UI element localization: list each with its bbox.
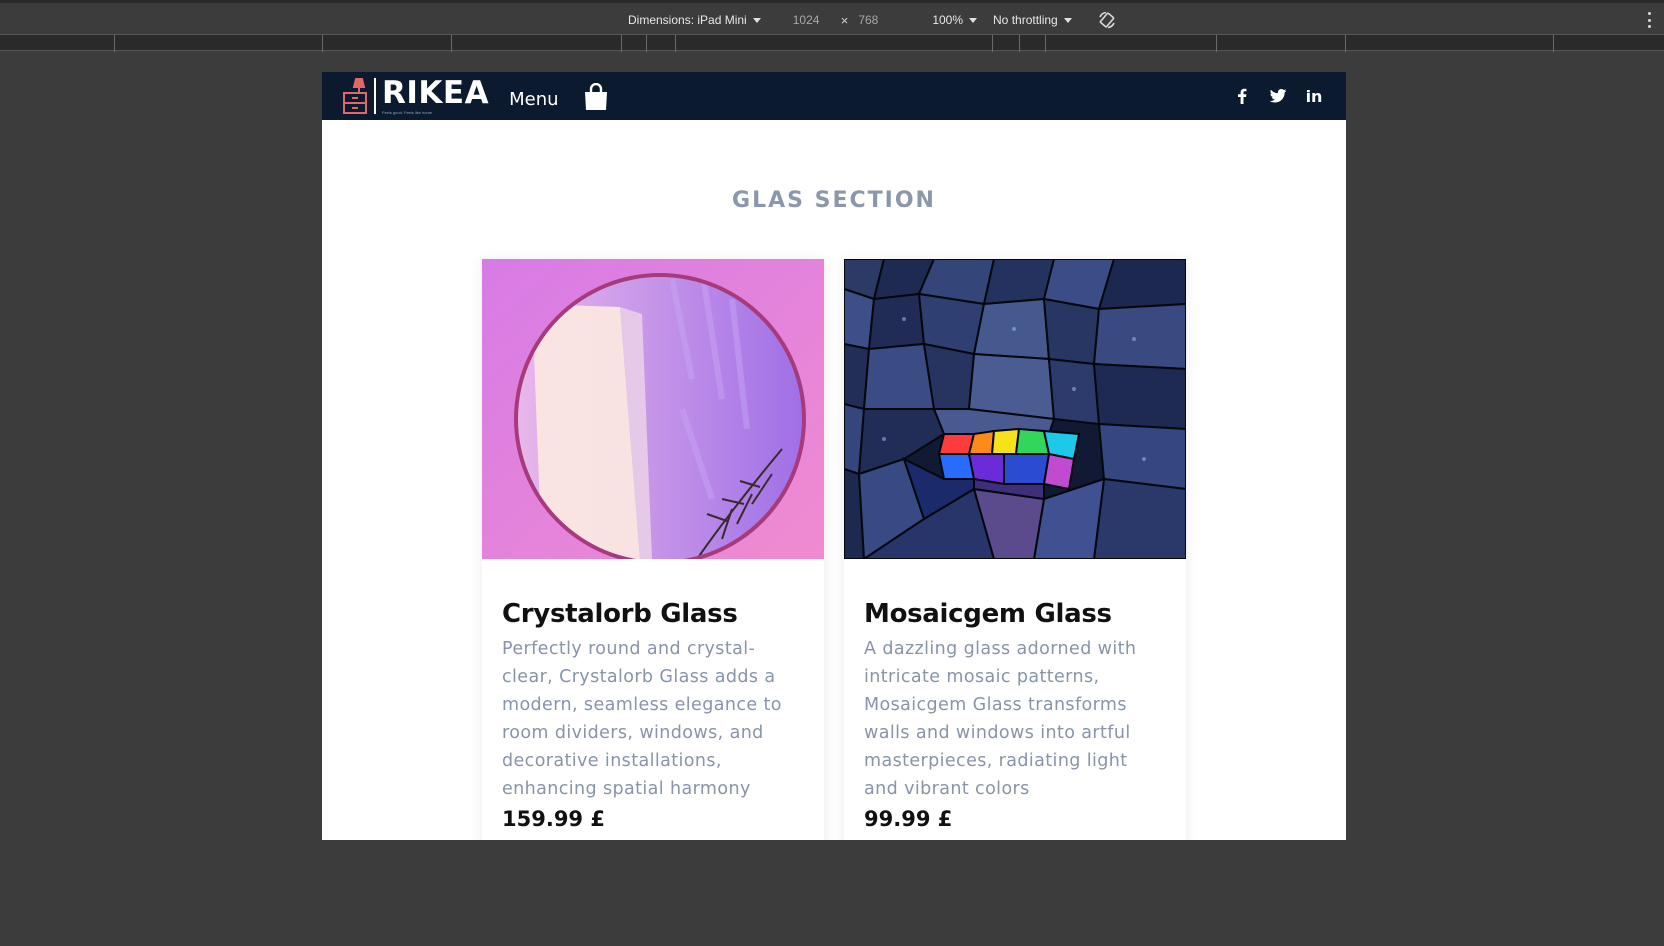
product-description: Perfectly round and crystal-clear, Cryst…: [502, 639, 782, 799]
chevron-down-icon: [752, 17, 761, 23]
throttling-dropdown[interactable]: No throttling: [993, 13, 1072, 27]
site-logo[interactable]: RIKEA Feels good. Feels like home: [340, 76, 489, 116]
logo-tagline: Feels good. Feels like home: [382, 110, 433, 115]
logo-divider: [374, 78, 376, 114]
rotate-icon[interactable]: [1098, 11, 1116, 29]
chevron-down-icon: [1063, 17, 1072, 23]
product-card[interactable]: Crystalorb Glass Perfectly round and cry…: [482, 259, 824, 840]
devtools-device-toolbar: Dimensions: iPad Mini 1024 × 768 100% No…: [0, 0, 1664, 34]
shopping-bag-icon[interactable]: [583, 83, 609, 111]
facebook-icon[interactable]: [1232, 86, 1252, 106]
more-options-icon[interactable]: [1648, 12, 1652, 28]
mosaic-glass-image: [844, 259, 1186, 559]
chevron-down-icon: [969, 17, 978, 23]
lamp-drawer-logo-icon: [343, 78, 367, 114]
twitter-icon[interactable]: [1268, 86, 1288, 106]
round-mirror-image: [482, 259, 824, 559]
social-links: in: [1232, 86, 1324, 106]
section-title: GLAS SECTION: [732, 188, 936, 213]
linkedin-icon[interactable]: in: [1304, 86, 1324, 106]
logo-text: RIKEA: [382, 75, 490, 111]
product-card[interactable]: Mosaicgem Glass A dazzling glass adorned…: [844, 259, 1186, 840]
menu-link[interactable]: Menu: [509, 89, 558, 110]
zoom-label: 100%: [932, 13, 964, 27]
logo-wordmark: RIKEA Feels good. Feels like home: [382, 77, 489, 115]
product-title: Mosaicgem Glass: [864, 599, 1112, 629]
device-dimensions-dropdown[interactable]: Dimensions: iPad Mini: [628, 13, 761, 27]
device-height-input[interactable]: 768: [858, 13, 896, 27]
product-description: A dazzling glass adorned with intricate …: [864, 639, 1137, 799]
device-controls: Dimensions: iPad Mini 1024 × 768 100% No…: [628, 9, 1116, 31]
media-query-ruler: [0, 34, 1664, 52]
site-navbar: RIKEA Feels good. Feels like home Menu i…: [322, 72, 1346, 120]
zoom-dropdown[interactable]: 100%: [932, 13, 978, 27]
dimension-separator: ×: [840, 12, 849, 28]
device-width-input[interactable]: 1024: [793, 13, 829, 27]
product-card-body: Mosaicgem Glass A dazzling glass adorned…: [844, 559, 1186, 831]
throttling-label: No throttling: [993, 13, 1058, 27]
product-title: Crystalorb Glass: [502, 599, 738, 629]
product-card-body: Crystalorb Glass Perfectly round and cry…: [482, 559, 824, 831]
product-grid: Crystalorb Glass Perfectly round and cry…: [482, 259, 1186, 840]
device-dimensions-label: Dimensions: iPad Mini: [628, 13, 747, 27]
device-viewport: RIKEA Feels good. Feels like home Menu i…: [322, 72, 1346, 840]
product-price: 99.99 £: [864, 807, 953, 831]
product-price: 159.99 £: [502, 807, 605, 831]
